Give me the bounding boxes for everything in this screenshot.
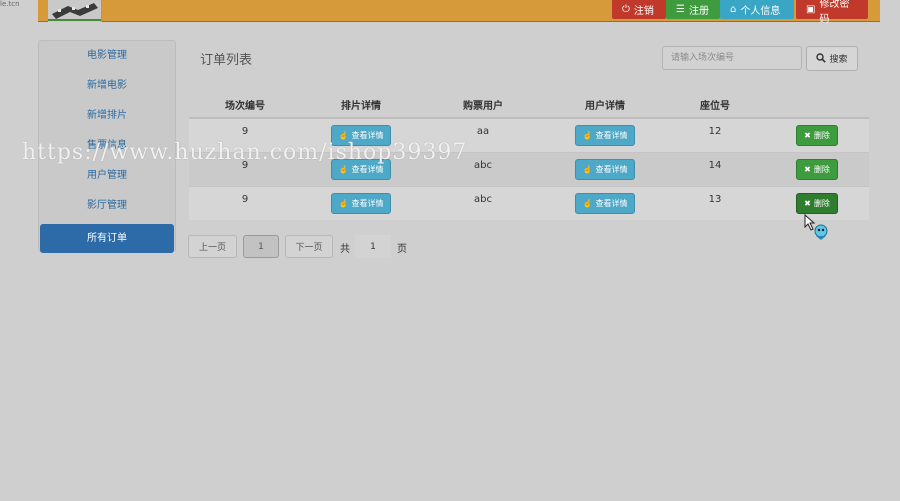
session-number: 9 bbox=[241, 125, 249, 137]
logout-button[interactable]: ⏻ 注销 bbox=[612, 0, 666, 19]
ticket-user: abc bbox=[474, 159, 492, 171]
change-password-label: 修改密码 bbox=[819, 0, 850, 25]
table-row: 9 ☝ 查看详情 abc ☝ 查看详情 13 ✖ 删除 bbox=[189, 185, 869, 220]
search-button-label: 搜索 bbox=[829, 54, 848, 64]
hand-pointer-icon: ☝ bbox=[338, 164, 349, 174]
seat-number: 13 bbox=[708, 193, 722, 205]
schedule-detail-label: 查看详情 bbox=[351, 198, 384, 208]
close-icon: ✖ bbox=[804, 198, 811, 208]
column-header-session: 场次编号 bbox=[189, 92, 301, 119]
total-pages-count: 1 bbox=[355, 235, 391, 258]
lock-icon: ▣ bbox=[806, 4, 816, 15]
user-detail-label: 查看详情 bbox=[595, 130, 628, 140]
close-icon: ✖ bbox=[804, 164, 811, 174]
column-header-seat: 座位号 bbox=[665, 92, 765, 119]
sidebar-item-user-management[interactable]: 用户管理 bbox=[39, 161, 175, 191]
column-header-user-detail: 用户详情 bbox=[545, 92, 665, 119]
search-icon bbox=[816, 52, 827, 65]
sidebar-item-add-movie[interactable]: 新增电影 bbox=[39, 71, 175, 101]
sidebar-item-hall-management[interactable]: 影厅管理 bbox=[39, 191, 175, 221]
user-detail-button[interactable]: ☝ 查看详情 bbox=[574, 124, 636, 146]
user-detail-label: 查看详情 bbox=[595, 164, 628, 174]
hand-pointer-icon: ☝ bbox=[582, 164, 593, 174]
delete-label: 删除 bbox=[813, 164, 830, 174]
hand-pointer-icon: ☝ bbox=[338, 198, 349, 208]
register-label: 注册 bbox=[688, 6, 709, 17]
delete-label: 删除 bbox=[813, 198, 830, 208]
profile-button[interactable]: ⌂ 个人信息 bbox=[720, 0, 794, 19]
corner-text: le.tcn bbox=[0, 0, 20, 8]
change-password-button[interactable]: ▣ 修改密码 bbox=[796, 0, 868, 25]
column-header-actions bbox=[765, 92, 869, 119]
user-detail-label: 查看详情 bbox=[595, 198, 628, 208]
sidebar-item-movie-management[interactable]: 电影管理 bbox=[39, 41, 175, 71]
close-icon: ✖ bbox=[804, 130, 811, 140]
column-header-schedule-detail: 排片详情 bbox=[301, 92, 421, 119]
delete-label: 删除 bbox=[813, 130, 830, 140]
hand-pointer-icon: ☝ bbox=[582, 130, 593, 140]
session-number: 9 bbox=[241, 159, 249, 171]
user-detail-button[interactable]: ☝ 查看详情 bbox=[574, 158, 636, 180]
user-detail-button[interactable]: ☝ 查看详情 bbox=[574, 192, 636, 214]
table-header-row: 场次编号 排片详情 购票用户 用户详情 座位号 bbox=[189, 92, 869, 119]
seat-number: 14 bbox=[708, 159, 722, 171]
session-number: 9 bbox=[241, 193, 249, 205]
search-input[interactable] bbox=[662, 46, 802, 70]
schedule-detail-button[interactable]: ☝ 查看详情 bbox=[330, 124, 392, 146]
logout-label: 注销 bbox=[633, 6, 654, 17]
list-icon: ☰ bbox=[676, 4, 685, 15]
schedule-detail-button[interactable]: ☝ 查看详情 bbox=[330, 192, 392, 214]
delete-button[interactable]: ✖ 删除 bbox=[796, 124, 838, 146]
hand-pointer-icon: ☝ bbox=[582, 198, 593, 208]
schedule-detail-label: 查看详情 bbox=[351, 164, 384, 174]
ticket-user: abc bbox=[474, 193, 492, 205]
schedule-detail-button[interactable]: ☝ 查看详情 bbox=[330, 158, 392, 180]
sidebar-nav: 电影管理 新增电影 新增排片 售票信息 用户管理 影厅管理 所有订单 bbox=[38, 40, 176, 253]
power-icon: ⏻ bbox=[622, 4, 630, 15]
delete-button[interactable]: ✖ 删除 bbox=[796, 158, 838, 180]
sidebar-item-ticket-info[interactable]: 售票信息 bbox=[39, 131, 175, 161]
hand-pointer-icon: ☝ bbox=[338, 130, 349, 140]
mouse-cursor-icon bbox=[804, 213, 830, 245]
page-title: 订单列表 bbox=[200, 53, 253, 68]
orders-table: 场次编号 排片详情 购票用户 用户详情 座位号 9 ☝ 查看详情 aa ☝ 查看详情… bbox=[189, 92, 869, 220]
current-page-indicator: 1 bbox=[243, 235, 279, 258]
total-pages-suffix: 页 bbox=[397, 244, 407, 255]
register-button[interactable]: ☰ 注册 bbox=[666, 0, 720, 19]
home-icon: ⌂ bbox=[730, 4, 737, 15]
schedule-detail-label: 查看详情 bbox=[351, 130, 384, 140]
table-row: 9 ☝ 查看详情 abc ☝ 查看详情 14 ✖ 删除 bbox=[189, 151, 869, 186]
ticket-user: aa bbox=[476, 125, 490, 137]
prev-page-button[interactable]: 上一页 bbox=[188, 235, 237, 258]
sidebar-item-add-schedule[interactable]: 新增排片 bbox=[39, 101, 175, 131]
seat-number: 12 bbox=[708, 125, 722, 137]
sidebar-item-all-orders[interactable]: 所有订单 bbox=[40, 224, 174, 253]
total-pages-prefix: 共 bbox=[340, 244, 350, 255]
table-row: 9 ☝ 查看详情 aa ☝ 查看详情 12 ✖ 删除 bbox=[189, 117, 869, 152]
search-button[interactable]: 搜索 bbox=[806, 46, 858, 71]
site-logo[interactable] bbox=[48, 0, 102, 22]
next-page-button[interactable]: 下一页 bbox=[285, 235, 333, 258]
delete-button[interactable]: ✖ 删除 bbox=[796, 192, 838, 214]
profile-label: 个人信息 bbox=[740, 6, 781, 17]
column-header-user: 购票用户 bbox=[421, 92, 545, 119]
